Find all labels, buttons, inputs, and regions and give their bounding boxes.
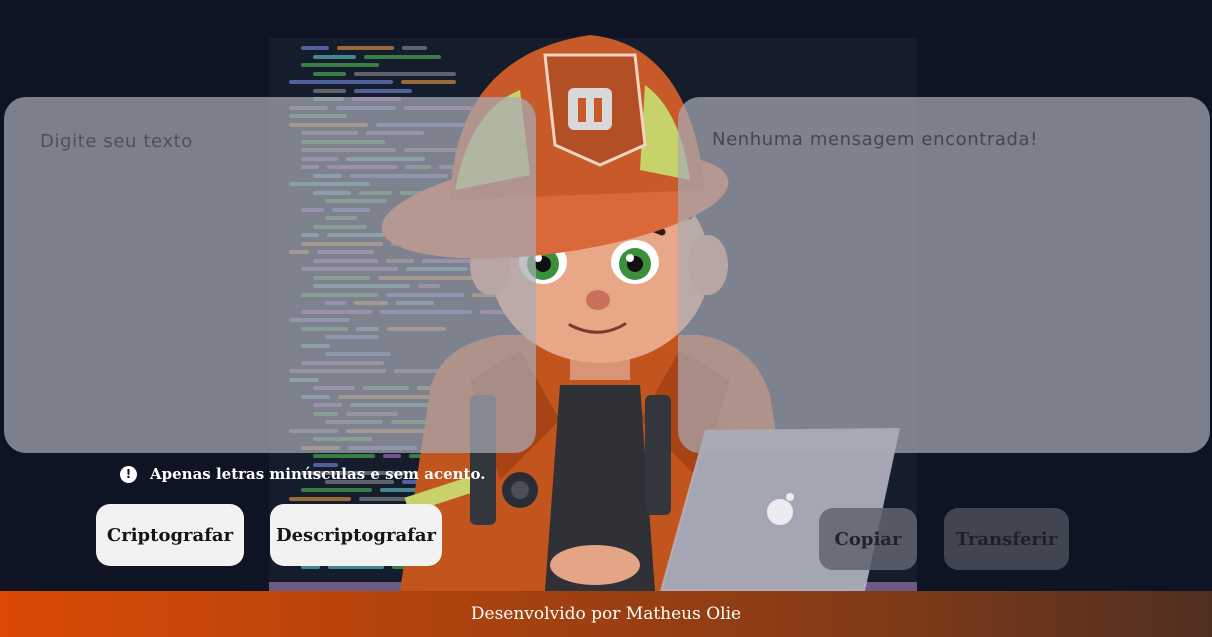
encrypt-button[interactable]: Criptografar: [96, 504, 244, 566]
input-panel: [4, 97, 536, 453]
decrypt-button[interactable]: Descriptografar: [270, 504, 442, 566]
copy-button[interactable]: Copiar: [819, 508, 917, 570]
info-icon: !: [120, 465, 137, 483]
output-panel: Nenhuma mensagem encontrada!: [678, 97, 1210, 453]
transfer-button[interactable]: Transferir: [944, 508, 1069, 570]
output-empty-message: Nenhuma mensagem encontrada!: [712, 129, 1038, 150]
footer-credit: Desenvolvido por Matheus Olie: [470, 604, 742, 624]
message-input[interactable]: [38, 129, 506, 425]
hint-text: Apenas letras minúsculas e sem acento.: [150, 465, 486, 483]
footer: Desenvolvido por Matheus Olie: [0, 591, 1212, 637]
input-hint: ! Apenas letras minúsculas e sem acento.: [120, 465, 485, 483]
app-root: Nenhuma mensagem encontrada! ! Apenas le…: [0, 0, 1212, 637]
